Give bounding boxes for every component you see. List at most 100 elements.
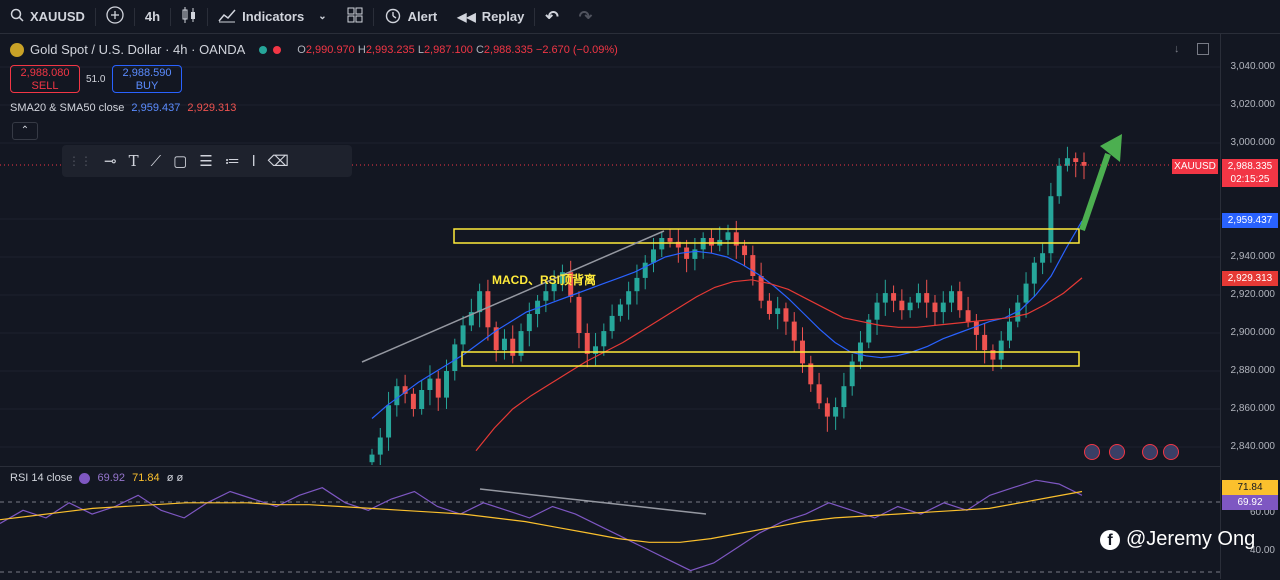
chevron-up-icon: ⌃ xyxy=(20,125,30,136)
candle-body xyxy=(1023,283,1029,303)
candle-body xyxy=(1040,253,1046,263)
scroll-down-icon[interactable]: ↓ xyxy=(1174,43,1180,55)
economic-event-flag-icon[interactable] xyxy=(1163,444,1179,460)
layouts-button[interactable] xyxy=(337,0,373,33)
candle-body xyxy=(377,437,383,455)
collapse-legend-button[interactable]: ⌃ xyxy=(12,122,38,140)
candle-body xyxy=(924,293,930,303)
candle-body xyxy=(617,304,623,316)
data-delay-dot-icon xyxy=(273,45,282,54)
alert-label: Alert xyxy=(407,9,438,24)
candle-body xyxy=(1031,262,1037,284)
replay-button[interactable]: ◀◀ Replay xyxy=(447,0,534,33)
rsi-value: 69.92 xyxy=(97,472,126,484)
candle-body xyxy=(899,300,905,311)
price-tick-label: 2,940.000 xyxy=(1230,251,1276,262)
drag-handle-icon[interactable]: ⋮⋮ xyxy=(68,154,92,168)
redo-icon: ↷ xyxy=(578,8,593,26)
undo-icon: ↶ xyxy=(545,8,559,26)
buy-label: BUY xyxy=(135,80,159,92)
eraser-tool-icon[interactable]: ⌫ xyxy=(268,152,289,170)
candle-body xyxy=(1064,158,1070,166)
spread-value: 51.0 xyxy=(86,74,106,85)
rewind-icon: ◀◀ xyxy=(457,9,476,24)
replay-label: Replay xyxy=(481,9,525,24)
rsi-ma-value: 71.84 xyxy=(132,472,160,484)
candle-body xyxy=(634,277,640,292)
alert-button[interactable]: Alert xyxy=(374,0,448,33)
candle-body xyxy=(626,291,632,305)
rectangle-tool-icon[interactable]: ▢ xyxy=(173,152,187,170)
add-icon xyxy=(106,6,124,27)
interval-button[interactable]: 4h xyxy=(135,0,170,33)
candle-body xyxy=(750,255,756,276)
candle-body xyxy=(410,393,416,409)
line-style-icon[interactable]: ☰ xyxy=(199,152,212,170)
candle-body xyxy=(998,340,1004,360)
author-watermark: f @Jeremy Ong xyxy=(1100,528,1255,551)
candle-body xyxy=(526,314,532,332)
candle-body xyxy=(452,344,458,371)
sma-legend[interactable]: SMA20 & SMA50 close 2,959.437 2,929.313 xyxy=(10,102,236,114)
buy-button[interactable]: 2,988.590 BUY xyxy=(112,65,182,93)
candle-body xyxy=(982,334,988,351)
maximize-icon[interactable] xyxy=(1197,43,1209,55)
undo-button[interactable]: ↶ xyxy=(535,0,568,33)
symbol-label: XAUUSD xyxy=(30,9,85,24)
candle-body xyxy=(758,276,764,301)
facebook-icon: f xyxy=(1100,529,1120,550)
breakout-arrow-head xyxy=(1100,134,1122,162)
candle-body xyxy=(427,378,433,390)
search-icon xyxy=(10,8,24,25)
horizontal-line-tool-icon[interactable]: ⊸ xyxy=(104,152,117,170)
sma50-value: 2,929.313 xyxy=(187,102,237,114)
chart-type-button[interactable] xyxy=(171,0,207,33)
sell-button[interactable]: 2,988.080 SELL xyxy=(10,65,80,93)
candle-body xyxy=(932,302,938,313)
sma20-value: 2,959.437 xyxy=(131,102,181,114)
interval-label: 4h xyxy=(144,9,161,24)
rsi-ma-line xyxy=(0,490,1083,543)
candle-body xyxy=(386,405,392,438)
candle-body xyxy=(833,407,839,417)
support-zone-box xyxy=(461,351,1080,367)
redo-button[interactable]: ↷ xyxy=(569,0,602,33)
text-tool-icon[interactable]: T xyxy=(129,152,139,170)
price-tick-label: 3,040.000 xyxy=(1230,61,1276,72)
brush-tool-icon[interactable]: ⟋ xyxy=(151,153,162,170)
candle-body xyxy=(1073,158,1079,162)
indicators-button[interactable]: Indicators ⌄ xyxy=(208,0,337,33)
line-settings-icon[interactable]: ≔ xyxy=(225,152,240,170)
economic-event-flag-icon[interactable] xyxy=(1084,444,1100,460)
candle-body xyxy=(849,361,855,387)
candle-body xyxy=(708,238,714,246)
high-value: 2,993.235 xyxy=(365,43,415,56)
economic-event-flag-icon[interactable] xyxy=(1109,444,1125,460)
high-label: H xyxy=(357,43,366,56)
drawing-toolbar: ⋮⋮ ⊸ T ⟋ ▢ ☰ ≔ ǀ ⌫ xyxy=(62,145,352,177)
compare-button[interactable] xyxy=(96,0,134,33)
candle-body xyxy=(957,291,963,311)
rsi-ma-tag: 71.84 xyxy=(1222,480,1278,495)
close-label: C xyxy=(475,43,484,56)
candle-body xyxy=(891,293,897,301)
symbol-price-tag: XAUUSD xyxy=(1172,159,1218,174)
rsi-legend[interactable]: RSI 14 close 69.92 71.84 ø ø xyxy=(10,472,183,484)
vertical-line-tool-icon[interactable]: ǀ xyxy=(252,153,256,170)
candle-body xyxy=(824,403,830,417)
candle-body xyxy=(915,293,921,303)
layout-grid-icon xyxy=(347,7,363,26)
candle-body xyxy=(543,291,549,301)
candle-body xyxy=(477,291,483,313)
symbol-search[interactable]: XAUUSD xyxy=(0,0,95,33)
sell-label: SELL xyxy=(31,80,59,92)
price-chart-pane[interactable] xyxy=(0,34,1220,465)
economic-event-flag-icon[interactable] xyxy=(1142,444,1158,460)
indicators-label: Indicators xyxy=(242,9,305,24)
candle-body xyxy=(435,378,441,398)
candle-body xyxy=(882,293,888,303)
candle-body xyxy=(742,245,748,256)
sell-price: 2,988.080 xyxy=(20,67,70,79)
candle-body xyxy=(766,300,772,314)
chevron-down-icon: ⌄ xyxy=(318,11,327,22)
